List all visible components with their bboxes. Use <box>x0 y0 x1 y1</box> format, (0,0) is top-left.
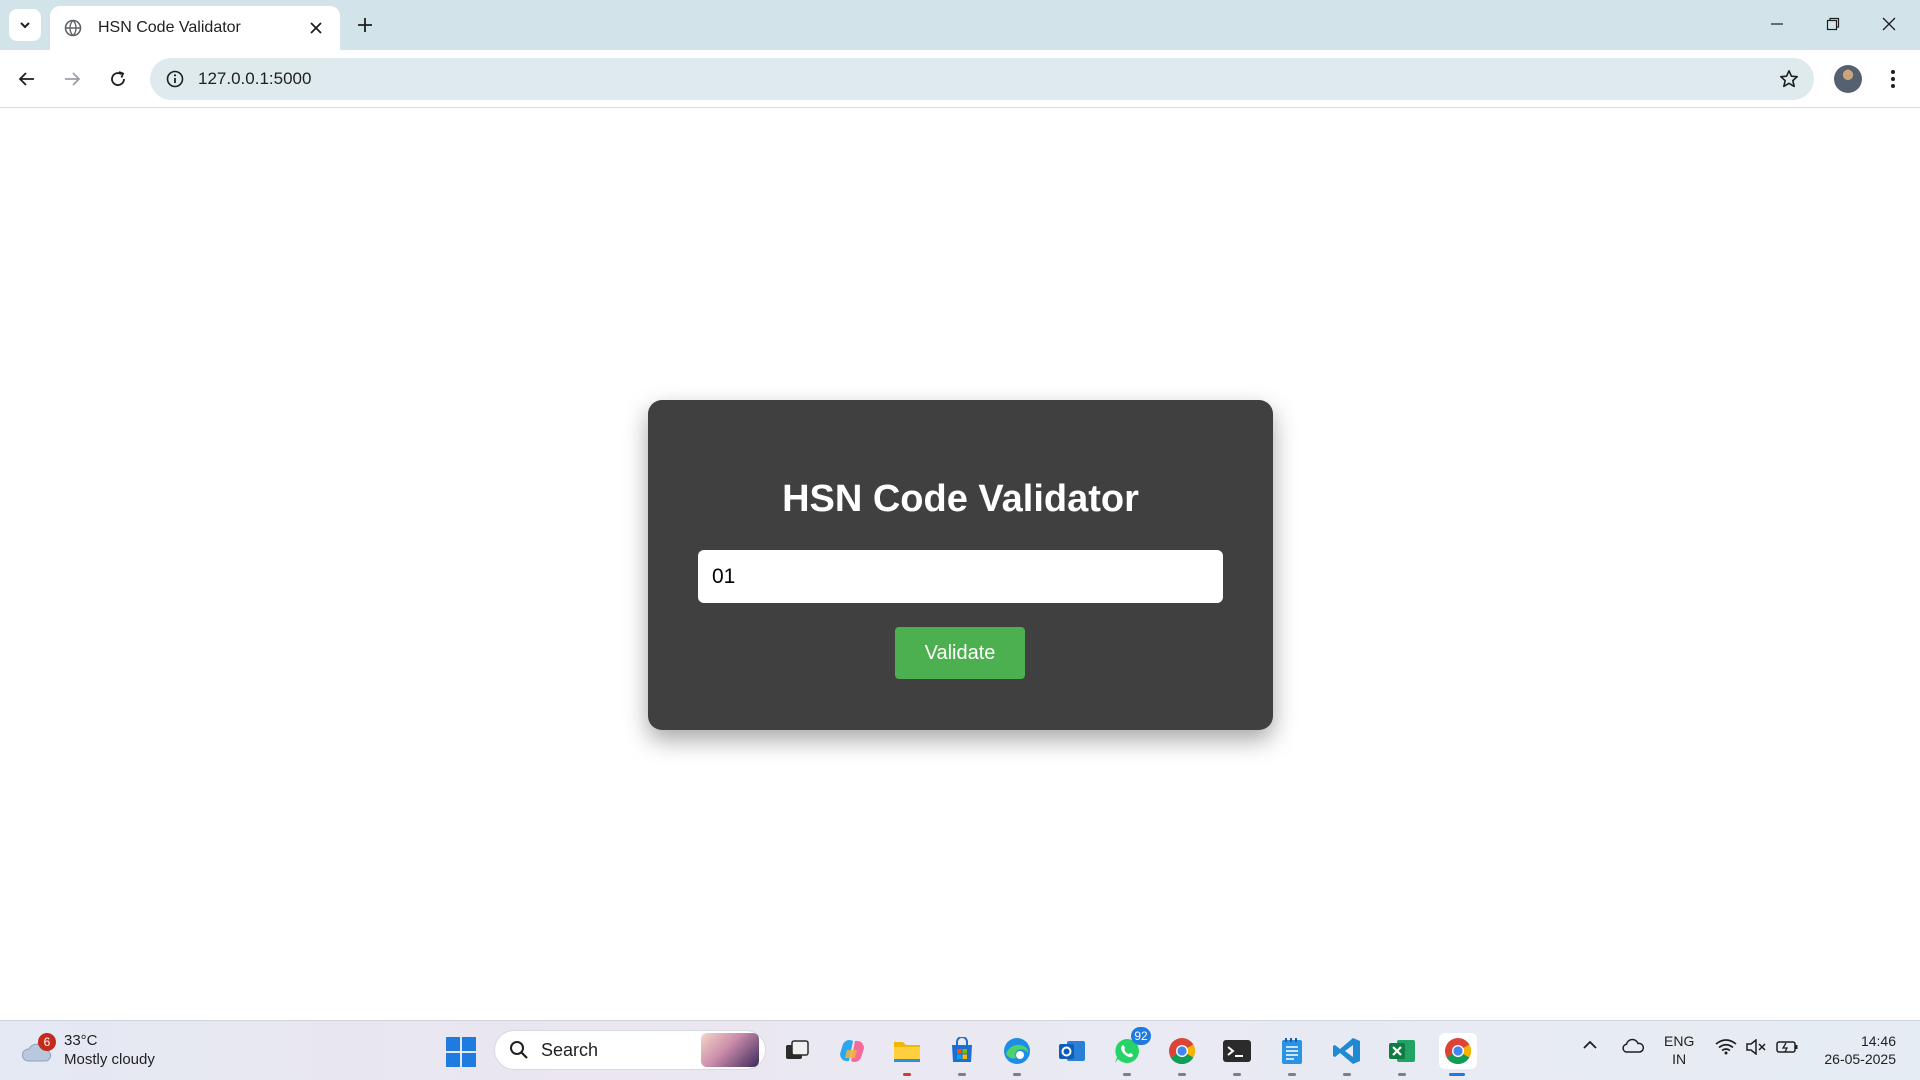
whatsapp-badge: 92 <box>1131 1027 1151 1045</box>
microsoft-store-icon[interactable] <box>944 1033 980 1076</box>
page-viewport: HSN Code Validator Validate <box>0 108 1920 1020</box>
chevron-down-icon <box>20 22 30 29</box>
running-indicator <box>958 1073 966 1076</box>
weather-condition: Mostly cloudy <box>64 1051 155 1068</box>
reload-button[interactable] <box>102 63 134 95</box>
close-window-button[interactable] <box>1866 6 1912 42</box>
language-region: IN <box>1672 1051 1687 1067</box>
running-indicator <box>1013 1073 1021 1076</box>
browser-toolbar: 127.0.0.1:5000 <box>0 50 1920 108</box>
browser-tab-active[interactable]: HSN Code Validator <box>50 6 340 50</box>
system-clock[interactable]: 14:46 26-05-2025 <box>1816 1032 1896 1068</box>
forward-button[interactable] <box>56 63 88 95</box>
search-label: Search <box>541 1039 599 1060</box>
running-indicator <box>1288 1073 1296 1076</box>
reload-icon <box>111 71 125 86</box>
onedrive-cloud-icon[interactable] <box>1621 1038 1645 1054</box>
search-highlight-image <box>701 1033 759 1067</box>
minimize-button[interactable] <box>1754 6 1800 42</box>
chrome-active-icon[interactable] <box>1439 1033 1477 1076</box>
file-explorer-icon[interactable] <box>889 1033 925 1076</box>
restore-icon <box>1826 17 1840 31</box>
excel-icon[interactable] <box>1384 1033 1420 1076</box>
running-indicator <box>1178 1073 1186 1076</box>
whatsapp-icon[interactable]: 92 <box>1109 1027 1151 1076</box>
plus-icon <box>358 18 372 32</box>
tab-close-icon[interactable] <box>304 16 328 40</box>
weather-badge: 6 <box>38 1033 56 1051</box>
volume-muted-icon[interactable] <box>1745 1039 1767 1055</box>
address-url[interactable]: 127.0.0.1:5000 <box>198 69 1774 89</box>
running-indicator <box>1123 1073 1131 1076</box>
back-button[interactable] <box>11 63 43 95</box>
site-info-icon[interactable] <box>164 68 186 90</box>
weather-temperature: 33°C <box>64 1032 98 1049</box>
cloud-icon: 6 <box>20 1033 56 1065</box>
edge-icon[interactable] <box>999 1033 1035 1076</box>
minimize-icon <box>1771 23 1783 25</box>
profile-avatar[interactable] <box>1834 65 1862 93</box>
new-tab-button[interactable] <box>350 10 380 40</box>
tab-search-button[interactable] <box>9 9 41 41</box>
task-view-icon[interactable] <box>779 1033 815 1069</box>
clock-time: 14:46 <box>1860 1033 1896 1049</box>
restore-button[interactable] <box>1810 6 1856 42</box>
validate-button[interactable]: Validate <box>895 627 1025 679</box>
address-bar[interactable]: 127.0.0.1:5000 <box>150 58 1814 100</box>
close-icon <box>1882 17 1896 31</box>
running-indicator <box>903 1073 911 1076</box>
weather-widget[interactable]: 6 33°C Mostly cloudy <box>20 1031 155 1069</box>
globe-icon <box>64 19 82 37</box>
language-indicator[interactable]: ENG IN <box>1664 1032 1694 1068</box>
outlook-icon[interactable] <box>1054 1033 1090 1069</box>
show-hidden-icons-button[interactable] <box>1582 1039 1598 1051</box>
vscode-icon[interactable] <box>1329 1033 1365 1076</box>
browser-tab-bar: HSN Code Validator <box>0 0 1920 50</box>
bookmark-star-icon[interactable] <box>1774 64 1804 94</box>
running-indicator <box>1233 1073 1241 1076</box>
chrome-icon[interactable] <box>1164 1033 1200 1076</box>
forward-arrow-icon <box>65 72 81 86</box>
active-indicator <box>1449 1073 1465 1076</box>
battery-icon[interactable] <box>1775 1039 1799 1055</box>
chevron-up-icon <box>1583 1040 1597 1049</box>
tab-title: HSN Code Validator <box>98 19 241 36</box>
clock-date: 26-05-2025 <box>1824 1051 1896 1067</box>
validator-card: HSN Code Validator Validate <box>648 400 1273 730</box>
windows-taskbar: 6 33°C Mostly cloudy Search 92 ENG IN 14… <box>0 1020 1920 1080</box>
page-title: HSN Code Validator <box>782 478 1139 520</box>
windows-start-icon[interactable] <box>446 1037 476 1067</box>
more-vert-icon <box>1891 70 1895 88</box>
running-indicator <box>1343 1073 1351 1076</box>
hsn-code-input[interactable] <box>698 550 1223 603</box>
wifi-icon[interactable] <box>1715 1039 1737 1055</box>
copilot-icon[interactable] <box>834 1033 870 1069</box>
language-code: ENG <box>1664 1033 1695 1049</box>
search-icon <box>510 1041 528 1059</box>
terminal-icon[interactable] <box>1219 1033 1255 1076</box>
taskbar-search[interactable]: Search <box>494 1030 766 1070</box>
back-arrow-icon <box>18 72 34 86</box>
browser-menu-button[interactable] <box>1880 63 1906 95</box>
notepad-icon[interactable] <box>1274 1033 1310 1076</box>
running-indicator <box>1398 1073 1406 1076</box>
